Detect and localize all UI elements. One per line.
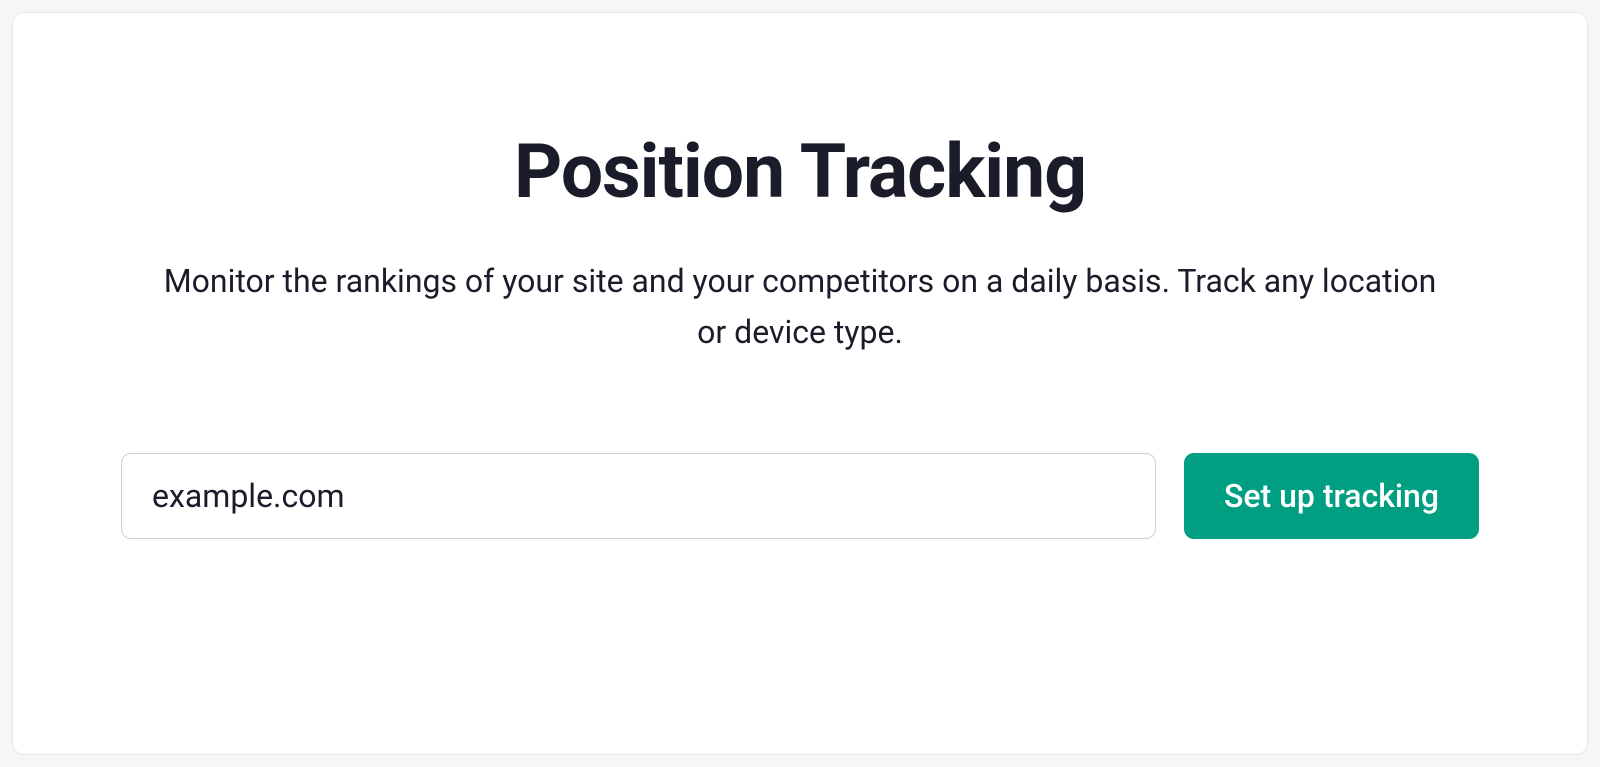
page-title: Position Tracking <box>514 128 1086 216</box>
setup-form: Set up tracking <box>13 453 1587 539</box>
position-tracking-card: Position Tracking Monitor the rankings o… <box>12 12 1588 755</box>
setup-tracking-button[interactable]: Set up tracking <box>1184 453 1479 539</box>
page-subtitle: Monitor the rankings of your site and yo… <box>160 256 1440 358</box>
domain-input[interactable] <box>121 453 1156 539</box>
